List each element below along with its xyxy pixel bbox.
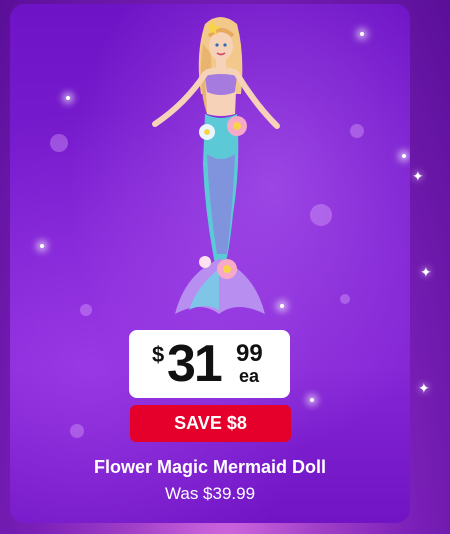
- sparkle-icon: [310, 398, 314, 402]
- bokeh-decoration: [70, 424, 84, 438]
- product-card[interactable]: $ 31 99 ea SAVE $8 Flower Magic Mermaid …: [10, 4, 410, 523]
- sparkle-icon: ✦: [420, 264, 432, 280]
- sparkle-icon: [402, 154, 406, 158]
- was-price: Was $39.99: [164, 484, 256, 503]
- save-badge: SAVE $8: [130, 405, 291, 442]
- bokeh-decoration: [340, 294, 350, 304]
- sparkle-icon: [66, 96, 70, 100]
- price-dollars: 31: [167, 335, 223, 393]
- sparkle-icon: [360, 32, 364, 36]
- bokeh-decoration: [50, 134, 68, 152]
- bokeh-decoration: [310, 204, 332, 226]
- price-currency: $: [152, 342, 165, 367]
- sparkle-icon: [40, 244, 44, 248]
- sparkle-icon: ✦: [418, 380, 430, 396]
- bokeh-decoration: [350, 124, 364, 138]
- price-cents: 99: [236, 340, 263, 367]
- price-unit: ea: [239, 366, 260, 386]
- sparkle-icon: ✦: [412, 168, 424, 184]
- bokeh-decoration: [80, 304, 92, 316]
- product-image[interactable]: [145, 14, 295, 334]
- price-tag: $ 31 99 ea: [129, 330, 290, 398]
- product-name[interactable]: Flower Magic Mermaid Doll: [10, 457, 410, 478]
